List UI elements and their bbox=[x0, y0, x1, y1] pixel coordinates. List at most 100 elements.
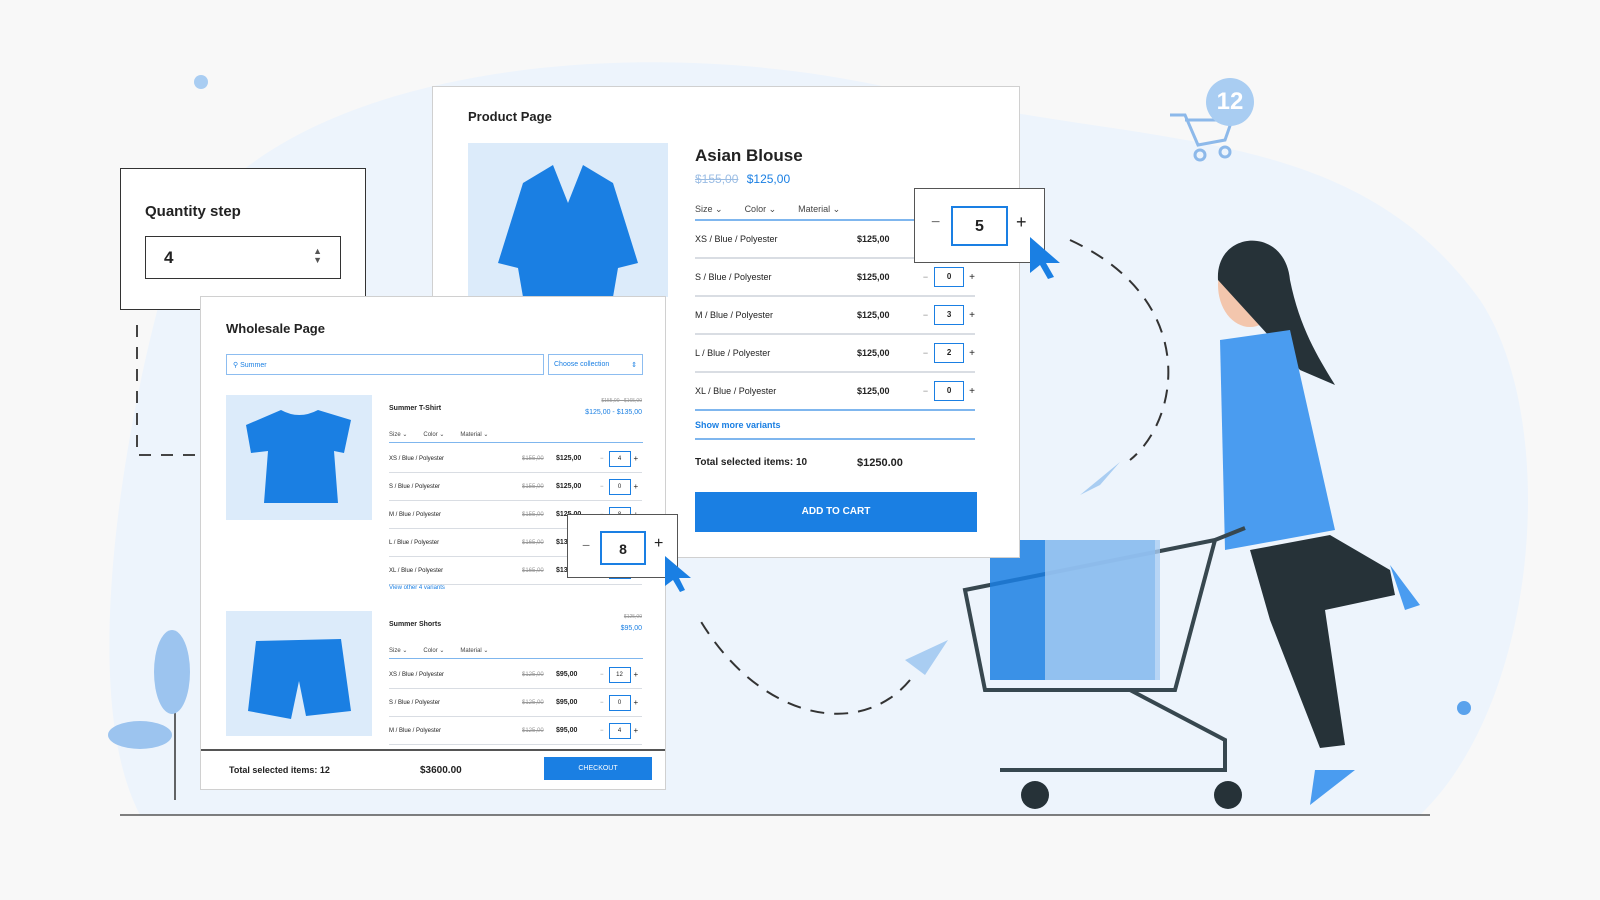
filter-size[interactable]: Size ⌄ bbox=[389, 647, 407, 654]
decrement-button[interactable]: − bbox=[600, 700, 604, 706]
checkout-button[interactable]: CHECKOUT bbox=[544, 757, 652, 780]
quantity-input[interactable]: 3 bbox=[934, 305, 965, 325]
filter-material[interactable]: Material ⌄ bbox=[460, 647, 488, 654]
increment-button[interactable]: + bbox=[634, 454, 639, 463]
variant-price: $125,00 bbox=[556, 455, 582, 462]
variant-old-price: $155,00 bbox=[522, 511, 544, 518]
decrement-button[interactable]: − bbox=[600, 672, 604, 678]
variant-name: XS / Blue / Polyester bbox=[695, 234, 778, 244]
increment-button[interactable]: + bbox=[969, 272, 975, 283]
view-other-variants-link[interactable]: View other 4 variants bbox=[389, 585, 445, 591]
variant-filters: Size ⌄ Color ⌄ Material ⌄ bbox=[389, 431, 643, 443]
decrement-button[interactable]: − bbox=[600, 484, 604, 490]
product-name: Asian Blouse bbox=[695, 146, 803, 165]
product-name: Summer Shorts bbox=[389, 621, 442, 628]
filter-size[interactable]: Size ⌄ bbox=[389, 431, 407, 438]
filter-color[interactable]: Color ⌄ bbox=[745, 204, 777, 215]
variant-row: L / Blue / Polyester $125,00 − 2 + bbox=[695, 335, 975, 373]
filter-material[interactable]: Material ⌄ bbox=[460, 431, 488, 438]
quantity-input[interactable]: 12 bbox=[608, 666, 631, 683]
quantity-input[interactable]: 5 bbox=[951, 206, 1008, 246]
decrement-button[interactable]: − bbox=[582, 537, 590, 553]
filter-size[interactable]: Size ⌄ bbox=[695, 204, 723, 215]
variant-old-price: $125,00 bbox=[522, 671, 544, 678]
cart-count-badge: 12 bbox=[1206, 78, 1254, 126]
variant-name: L / Blue / Polyester bbox=[389, 539, 440, 546]
quantity-input[interactable]: 4 bbox=[608, 450, 631, 467]
add-to-cart-button[interactable]: ADD TO CART bbox=[695, 492, 977, 532]
variant-price: $125,00 bbox=[857, 386, 890, 396]
quantity-input[interactable]: 0 bbox=[934, 267, 965, 287]
increment-button[interactable]: + bbox=[634, 698, 639, 707]
variant-name: S / Blue / Polyester bbox=[389, 699, 441, 706]
decrement-button[interactable]: − bbox=[923, 310, 928, 320]
quantity-input[interactable]: 4 bbox=[608, 722, 631, 739]
variant-name: XS / Blue / Polyester bbox=[389, 455, 445, 462]
variant-price: $125,00 bbox=[556, 483, 582, 490]
variant-row: S / Blue / Polyester $125,00 $95,00 − 0 … bbox=[389, 689, 642, 717]
variant-price: $95,00 bbox=[556, 699, 578, 706]
quantity-input[interactable]: 0 bbox=[608, 694, 631, 711]
sale-price: $125,00 bbox=[746, 172, 791, 186]
variant-name: XS / Blue / Polyester bbox=[389, 671, 445, 678]
old-price: $125,00 bbox=[623, 614, 642, 620]
variant-old-price: $125,00 bbox=[522, 727, 544, 734]
increment-button[interactable]: + bbox=[634, 482, 639, 491]
increment-button[interactable]: + bbox=[969, 386, 975, 397]
decrement-button[interactable]: − bbox=[923, 348, 928, 358]
quantity-stepper-zoom-product[interactable]: − 5 + bbox=[914, 188, 1045, 263]
quantity-stepper-zoom-wholesale[interactable]: − 8 + bbox=[567, 514, 678, 578]
decrement-button[interactable]: − bbox=[931, 214, 940, 232]
cursor-icon bbox=[665, 556, 691, 592]
increment-button[interactable]: + bbox=[969, 310, 975, 321]
product-image bbox=[226, 611, 372, 736]
variant-name: XL / Blue / Polyester bbox=[695, 386, 777, 396]
increment-button[interactable]: + bbox=[634, 726, 639, 735]
quantity-step-value: 4 bbox=[164, 248, 174, 267]
product-name: Summer T-Shirt bbox=[389, 405, 442, 412]
collection-select[interactable]: Choose collection ⇕ bbox=[548, 354, 643, 375]
variant-old-price: $155,00 bbox=[522, 455, 544, 462]
filter-color[interactable]: Color ⌄ bbox=[423, 647, 444, 654]
search-input[interactable]: ⚲ Summer bbox=[226, 354, 544, 375]
increment-button[interactable]: + bbox=[654, 535, 663, 553]
quantity-input[interactable]: 2 bbox=[934, 343, 965, 363]
variant-filters: Size ⌄ Color ⌄ Material ⌄ bbox=[389, 647, 643, 659]
old-price: $155,00 - $165,00 bbox=[601, 398, 642, 404]
panel-title: Product Page bbox=[468, 109, 552, 124]
decrement-button[interactable]: − bbox=[600, 456, 604, 462]
select-arrows-icon: ⇕ bbox=[631, 362, 637, 369]
sale-price: $95,00 bbox=[620, 625, 642, 632]
quantity-step-label: Quantity step bbox=[145, 203, 241, 220]
increment-button[interactable]: + bbox=[969, 348, 975, 359]
quantity-step-input[interactable]: 4 ▲ ▼ bbox=[145, 236, 341, 279]
increment-button[interactable]: + bbox=[1016, 212, 1027, 233]
variant-old-price: $125,00 bbox=[522, 699, 544, 706]
variant-row: S / Blue / Polyester $125,00 − 0 + bbox=[695, 259, 975, 297]
variant-name: S / Blue / Polyester bbox=[695, 272, 772, 282]
decrement-button[interactable]: − bbox=[600, 728, 604, 734]
cursor-icon bbox=[1030, 237, 1060, 279]
variant-old-price: $165,00 bbox=[522, 567, 544, 574]
total-price: $3600.00 bbox=[420, 765, 462, 776]
filter-color[interactable]: Color ⌄ bbox=[423, 431, 444, 438]
variant-name: M / Blue / Polyester bbox=[389, 511, 442, 518]
filter-material[interactable]: Material ⌄ bbox=[798, 204, 840, 215]
panel-title: Wholesale Page bbox=[226, 321, 325, 336]
decrement-button[interactable]: − bbox=[923, 386, 928, 396]
variant-name: L / Blue / Polyester bbox=[695, 348, 771, 358]
quantity-input[interactable]: 0 bbox=[934, 381, 965, 401]
spinner-arrows-icon[interactable]: ▲ ▼ bbox=[313, 247, 322, 265]
quantity-input[interactable]: 0 bbox=[608, 478, 631, 495]
variant-row: XS / Blue / Polyester $155,00 $125,00 − … bbox=[389, 445, 642, 473]
search-icon: ⚲ bbox=[233, 362, 239, 369]
variant-name: M / Blue / Polyester bbox=[389, 727, 442, 734]
increment-button[interactable]: + bbox=[634, 670, 639, 679]
variant-row: S / Blue / Polyester $155,00 $125,00 − 0… bbox=[389, 473, 642, 501]
variant-row: XS / Blue / Polyester $125,00 $95,00 − 1… bbox=[389, 661, 642, 689]
quantity-input[interactable]: 8 bbox=[600, 531, 646, 565]
variant-price: $95,00 bbox=[556, 727, 578, 734]
show-more-variants-link[interactable]: Show more variants bbox=[695, 420, 975, 440]
decrement-button[interactable]: − bbox=[923, 272, 928, 282]
variant-row: XL / Blue / Polyester $125,00 − 0 + bbox=[695, 373, 975, 411]
